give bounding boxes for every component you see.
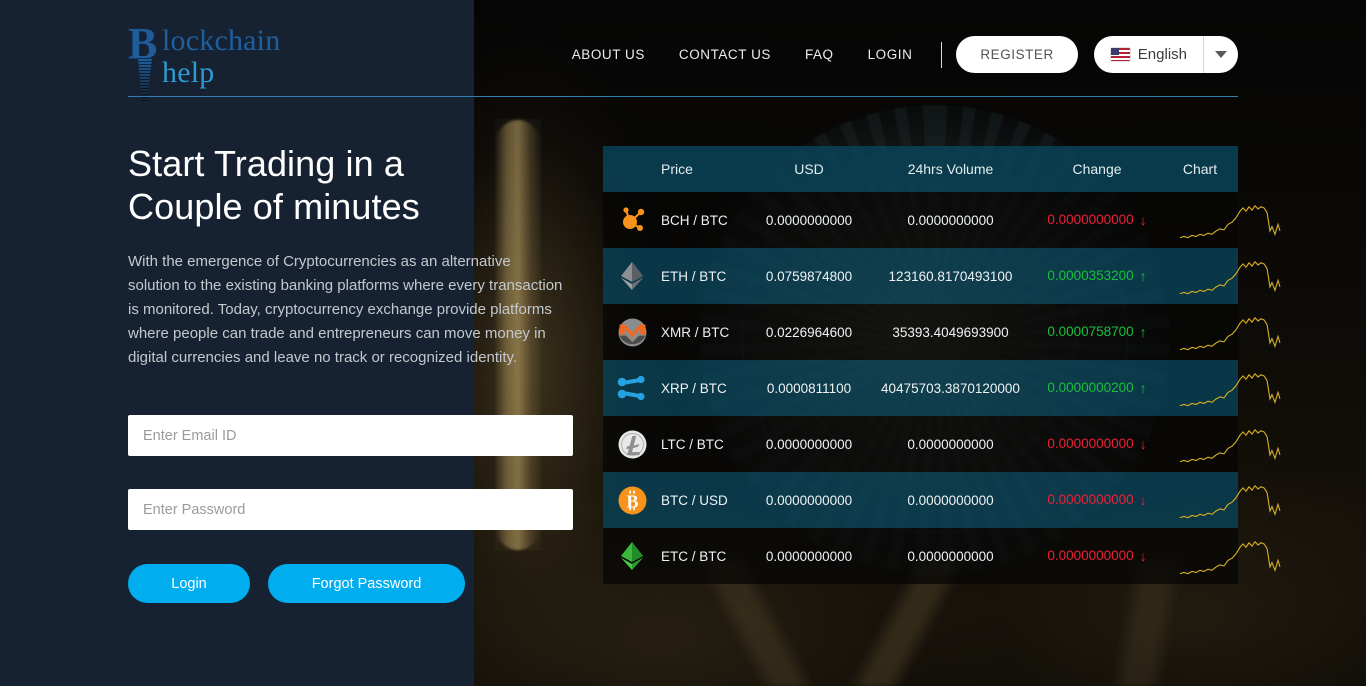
- cell-pair: BTC / USD: [661, 492, 728, 508]
- cell-sparkline-chart: [1162, 534, 1238, 578]
- bch-icon: [603, 205, 661, 235]
- nav-about-us[interactable]: ABOUT US: [555, 37, 662, 73]
- arrow-up-icon: ↑: [1139, 268, 1147, 284]
- cell-volume: 0.0000000000: [907, 492, 994, 508]
- cell-sparkline-chart: [1162, 254, 1238, 298]
- cell-change: 0.0000758700 ↑: [1047, 324, 1147, 340]
- arrow-down-icon: ↓: [1139, 492, 1147, 508]
- table-row[interactable]: XRP / BTC 0.0000811100 40475703.3870120000…: [603, 360, 1238, 416]
- cell-pair: LTC / BTC: [661, 436, 724, 452]
- table-row[interactable]: B BTC / USD 0.0000000000 0.0000000000 0.0000…: [603, 472, 1238, 528]
- cell-usd: 0.0000811100: [766, 380, 852, 396]
- cell-sparkline-chart: [1162, 366, 1238, 410]
- cell-change: 0.0000000000 ↓: [1047, 548, 1147, 564]
- table-row[interactable]: LTC / BTC 0.0000000000 0.0000000000 0.00000…: [603, 416, 1238, 472]
- market-table: Price USD 24hrs Volume Change Chart BCH …: [603, 146, 1238, 584]
- btc-icon: B: [603, 486, 661, 515]
- cell-sparkline-chart: [1162, 310, 1238, 354]
- cell-volume: 0.0000000000: [907, 436, 994, 452]
- nav-login[interactable]: LOGIN: [851, 37, 930, 73]
- header-divider-line: [128, 96, 1238, 97]
- cell-volume: 35393.4049693900: [892, 324, 1009, 340]
- email-field[interactable]: [128, 415, 573, 456]
- cell-volume: 0.0000000000: [907, 212, 994, 228]
- cell-pair: ETC / BTC: [661, 548, 727, 564]
- cell-sparkline-chart: [1162, 478, 1238, 522]
- arrow-up-icon: ↑: [1139, 380, 1147, 396]
- cell-usd: 0.0000000000: [765, 212, 853, 228]
- etc-icon: [603, 541, 661, 571]
- language-selected[interactable]: English: [1094, 36, 1203, 73]
- cell-volume: 40475703.3870120000: [881, 380, 1020, 396]
- main-navigation: ABOUT US CONTACT US FAQ LOGIN REGISTER E…: [555, 36, 1238, 73]
- cell-change: 0.0000000200 ↑: [1047, 380, 1147, 396]
- forgot-password-button[interactable]: Forgot Password: [268, 564, 465, 603]
- hero-section: Start Trading in a Couple of minutes Wit…: [128, 142, 576, 370]
- table-row[interactable]: ETC / BTC 0.0000000000 0.0000000000 0.00000…: [603, 528, 1238, 584]
- chevron-down-icon: [1215, 51, 1227, 58]
- language-dropdown-toggle[interactable]: [1204, 36, 1238, 73]
- nav-contact-us[interactable]: CONTACT US: [662, 37, 788, 73]
- market-table-body: BCH / BTC 0.0000000000 0.0000000000 0.00000…: [603, 192, 1238, 584]
- cell-usd: 0.0000000000: [765, 548, 853, 564]
- cell-usd: 0.0226964600: [765, 324, 853, 340]
- login-button[interactable]: Login: [128, 564, 250, 603]
- page-title: Start Trading in a Couple of minutes: [128, 143, 420, 227]
- cell-change: 0.0000000000 ↓: [1047, 436, 1147, 452]
- ltc-icon: [603, 430, 661, 459]
- column-header-usd: USD: [794, 161, 824, 177]
- table-row[interactable]: BCH / BTC 0.0000000000 0.0000000000 0.00000…: [603, 192, 1238, 248]
- cell-pair: ETH / BTC: [661, 268, 727, 284]
- column-header-change: Change: [1072, 161, 1122, 177]
- form-actions: Login Forgot Password: [128, 564, 576, 603]
- cell-change: 0.0000000000 ↓: [1047, 492, 1147, 508]
- register-button[interactable]: REGISTER: [956, 36, 1078, 73]
- table-row[interactable]: ETH / BTC 0.0759874800 123160.8170493100 0.…: [603, 248, 1238, 304]
- xmr-icon: [603, 318, 661, 347]
- logo-word-help: help: [162, 56, 215, 89]
- cell-pair: XMR / BTC: [661, 324, 730, 340]
- svg-text:B: B: [626, 491, 638, 511]
- eth-icon: [603, 261, 661, 291]
- cell-usd: 0.0759874800: [765, 268, 853, 284]
- cell-change: 0.0000353200 ↑: [1047, 268, 1147, 284]
- arrow-down-icon: ↓: [1139, 212, 1147, 228]
- password-field[interactable]: [128, 489, 573, 530]
- site-header: B lockchain help ABOUT US CONTACT US FAQ…: [0, 0, 1366, 102]
- column-header-price: Price: [661, 161, 693, 177]
- nav-divider: [941, 41, 943, 68]
- us-flag-icon: [1110, 48, 1130, 61]
- logo-word-blockchain: lockchain: [162, 24, 281, 57]
- cell-change: 0.0000000000 ↓: [1047, 212, 1147, 228]
- cell-usd: 0.0000000000: [765, 436, 853, 452]
- cell-volume: 0.0000000000: [907, 548, 994, 564]
- language-selector[interactable]: English: [1093, 36, 1238, 73]
- table-row[interactable]: XMR / BTC 0.0226964600 35393.4049693900 0.0…: [603, 304, 1238, 360]
- column-header-volume: 24hrs Volume: [907, 161, 994, 177]
- login-form: Login Forgot Password: [128, 415, 576, 603]
- site-logo[interactable]: B lockchain help: [128, 22, 328, 102]
- market-table-header: Price USD 24hrs Volume Change Chart: [603, 146, 1238, 192]
- hero-paragraph: With the emergence of Cryptocurrencies a…: [128, 253, 563, 366]
- cell-sparkline-chart: [1162, 422, 1238, 466]
- arrow-down-icon: ↓: [1139, 548, 1147, 564]
- column-header-chart: Chart: [1182, 161, 1218, 177]
- arrow-up-icon: ↑: [1139, 324, 1147, 340]
- cell-pair: XRP / BTC: [661, 380, 727, 396]
- nav-faq[interactable]: FAQ: [788, 37, 851, 73]
- cell-sparkline-chart: [1162, 198, 1238, 242]
- language-label: English: [1137, 46, 1187, 63]
- cell-pair: BCH / BTC: [661, 212, 728, 228]
- cell-volume: 123160.8170493100: [888, 268, 1013, 284]
- arrow-down-icon: ↓: [1139, 436, 1147, 452]
- cell-usd: 0.0000000000: [765, 492, 853, 508]
- page-root: B lockchain help ABOUT US CONTACT US FAQ…: [0, 0, 1366, 686]
- xrp-icon: [603, 375, 661, 401]
